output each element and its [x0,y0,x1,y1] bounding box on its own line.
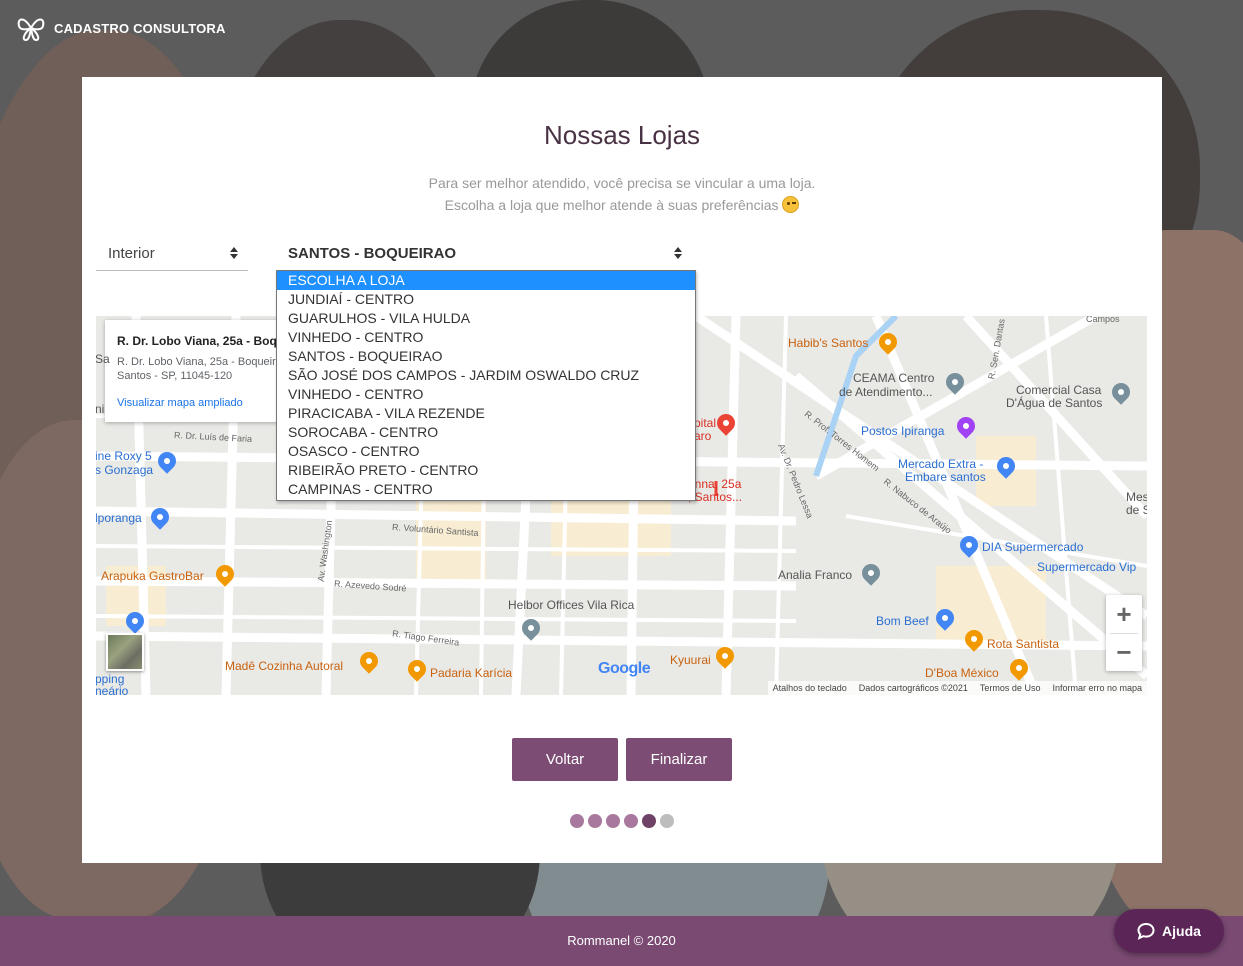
help-button[interactable]: Ajuda [1114,909,1224,953]
map-label: ni [96,402,105,416]
store-dropdown-list: ESCOLHA A LOJA JUNDIAÍ - CENTRO GUARULHO… [276,270,696,501]
page-subtitle: Para ser melhor atendido, você precisa s… [82,172,1162,216]
map-info-window: R. Dr. Lobo Viana, 25a - Boqueirão R. Dr… [105,320,295,422]
chat-bubble-icon [1137,922,1155,940]
map-attribution-bar: Atalhos do teclado Dados cartográficos ©… [767,681,1147,695]
step-dot [660,814,674,828]
store-option[interactable]: SOROCABA - CENTRO [277,423,695,442]
page-title: Nossas Lojas [543,120,701,150]
butterfly-logo-icon [17,18,45,42]
select-arrows-icon [230,247,238,259]
keyboard-shortcuts-link[interactable]: Atalhos do teclado [773,683,847,693]
region-select[interactable]: Interior [96,237,248,271]
info-address-line-2: Santos - SP, 11045-120 [117,370,233,382]
street-label: Campos [1086,316,1120,324]
map-data-text: Dados cartográficos ©2021 [858,683,968,693]
report-error-link[interactable]: Informar erro no mapa [1052,683,1142,693]
terms-link[interactable]: Termos de Uso [980,683,1041,693]
store-option[interactable]: ESCOLHA A LOJA [277,271,695,290]
step-dot [624,814,638,828]
zoom-in-button[interactable]: + [1106,595,1142,633]
map-label: DIA Supermercado [982,540,1084,554]
wink-emoji-icon [782,196,800,213]
select-arrows-icon [674,247,682,259]
map-label: Sa [96,352,110,366]
map-label: aro [694,429,712,443]
back-button[interactable]: Voltar [512,738,618,781]
map-label: Helbor Offices Vila Rica [508,598,635,612]
map-label: Mercado Extra - [898,457,984,471]
google-logo: Google [598,660,651,677]
map-label: Postos Ipiranga [861,424,945,438]
info-address-line-1: R. Dr. Lobo Viana, 25a - Boqueirão [117,356,289,368]
map-label: Habib's Santos [788,336,869,350]
stores-card: Nossas Lojas Para ser melhor atendido, v… [82,77,1162,863]
store-option[interactable]: JUNDIAÍ - CENTRO [277,290,695,309]
store-option[interactable]: VINHEDO - CENTRO [277,385,695,404]
region-select-value: Interior [108,245,155,262]
store-select-value: SANTOS - BOQUEIRAO [288,245,457,262]
map-label: Analia Franco [778,568,853,582]
page-footer: Rommanel © 2020 [0,916,1243,966]
footer-copyright: Rommanel © 2020 [567,933,676,948]
store-option[interactable]: CAMPINAS - CENTRO [277,480,695,499]
view-larger-map-link[interactable]: Visualizar mapa ampliado [117,397,283,409]
map-label: ine Roxy 5 [96,449,152,463]
map-label: D'Boa México [925,666,999,680]
subtitle-line-2: Escolha a loja que melhor atende à suas … [444,197,779,213]
map-label: de Atendimento... [839,385,933,399]
map-label: pital [694,416,717,430]
satellite-view-toggle[interactable] [106,633,144,671]
step-dot-current [642,814,656,828]
map-label: Arapuka GastroBar [101,569,204,583]
map-label: neário [96,684,129,695]
store-option[interactable]: GUARULHOS - VILA HULDA [277,309,695,328]
finish-button[interactable]: Finalizar [626,738,732,781]
map-label: s Gonzaga [96,463,154,477]
map-label: Padaria Karícia [430,666,513,680]
map-label: Embare santos [905,470,986,484]
zoom-out-button[interactable]: − [1106,633,1142,671]
app-header: CADASTRO CONSULTORA [16,14,226,42]
help-label: Ajuda [1162,923,1201,939]
map-label: Bom Beef [876,614,929,628]
step-dot [588,814,602,828]
store-option[interactable]: SANTOS - BOQUEIRAO [277,347,695,366]
map-label: CEAMA Centro [853,371,935,385]
step-dot [570,814,584,828]
info-title: R. Dr. Lobo Viana, 25a - Boqueirão [117,334,295,348]
store-select[interactable]: SANTOS - BOQUEIRAO [276,237,692,271]
subtitle-line-1: Para ser melhor atendido, você precisa s… [428,175,816,191]
map-label: lporanga [96,511,142,525]
store-option[interactable]: OSASCO - CENTRO [277,442,695,461]
store-option[interactable]: SÃO JOSÉ DOS CAMPOS - JARDIM OSWALDO CRU… [277,366,695,385]
step-dot [606,814,620,828]
map-label: Madê Cozinha Autoral [225,659,344,673]
map-zoom-controls: + − [1106,595,1142,671]
store-option[interactable]: RIBEIRÃO PRETO - CENTRO [277,461,695,480]
map-label: Kyuurai [670,653,711,667]
map-label: Supermercado Vip [1037,560,1137,574]
map-label: anna, 25a [688,477,742,491]
map-label: D'Água de Santos [1006,396,1103,410]
map-label: Mes [1126,490,1147,504]
step-indicator [570,814,674,828]
map-label: , Santos... [688,490,743,504]
map-label: de S [1126,503,1147,517]
map-label: Rota Santista [987,637,1060,651]
brand-title: CADASTRO CONSULTORA [54,20,226,36]
map-label: Comercial Casa [1016,383,1102,397]
store-option[interactable]: PIRACICABA - VILA REZENDE [277,404,695,423]
store-option[interactable]: VINHEDO - CENTRO [277,328,695,347]
